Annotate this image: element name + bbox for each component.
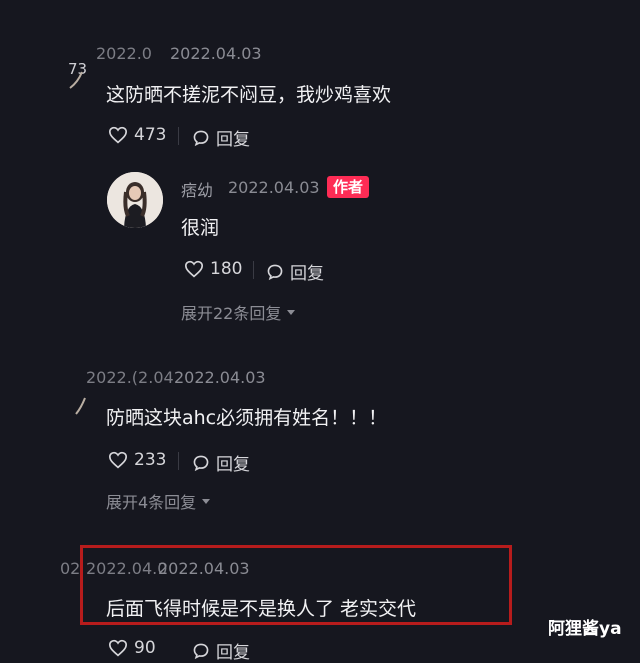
expand-replies-button[interactable]: 展开4条回复 bbox=[106, 489, 211, 513]
reply-like-button[interactable]: 180 bbox=[184, 259, 242, 279]
comment-timestamp: 2022.04.03 bbox=[170, 44, 262, 63]
divider bbox=[253, 261, 254, 279]
comment-timestamp-overlap-left: 02 bbox=[60, 559, 81, 578]
heart-icon bbox=[108, 451, 128, 469]
like-count: 90 bbox=[134, 638, 156, 658]
like-count: 233 bbox=[134, 450, 167, 470]
reply-label: 回复 bbox=[290, 264, 324, 284]
author-badge: 作者 bbox=[327, 176, 370, 198]
chevron-down-icon bbox=[202, 498, 211, 504]
comment-timestamp-overlap: 2022.(2.04 bbox=[86, 368, 174, 387]
avatar[interactable]: 73 bbox=[68, 58, 87, 89]
comment-bubble-icon bbox=[193, 130, 209, 146]
expand-replies-button[interactable]: 展开22条回复 bbox=[181, 300, 296, 324]
watermark: 阿狸酱ya bbox=[548, 619, 622, 639]
comment-timestamp-overlap: 2022.0 bbox=[96, 44, 152, 63]
divider bbox=[178, 452, 179, 470]
like-button[interactable]: 233 bbox=[108, 450, 166, 470]
reply-label: 回复 bbox=[216, 455, 250, 475]
expand-replies-label: 展开4条回复 bbox=[106, 493, 197, 512]
comment-bubble-icon bbox=[193, 455, 209, 471]
heart-icon bbox=[108, 639, 128, 657]
comment-bubble-icon bbox=[267, 264, 283, 280]
reply-button[interactable]: 回复 bbox=[192, 125, 250, 150]
comment-text: 防晒这块ahc必须拥有姓名！！！ bbox=[106, 407, 388, 429]
avatar-fragment bbox=[75, 397, 86, 415]
avatar[interactable] bbox=[72, 392, 90, 422]
like-count: 473 bbox=[134, 125, 167, 145]
author-avatar-image bbox=[107, 172, 163, 228]
reply-timestamp: 2022.04.03 bbox=[228, 178, 320, 197]
reply-username[interactable]: 痞幼 bbox=[181, 177, 213, 201]
highlight-box bbox=[80, 545, 512, 625]
reply-text: 很润 bbox=[181, 217, 220, 239]
comment-text: 这防晒不搓泥不闷豆，我炒鸡喜欢 bbox=[106, 84, 392, 106]
like-button[interactable]: 473 bbox=[108, 125, 166, 145]
expand-replies-label: 展开22条回复 bbox=[181, 304, 282, 323]
author-avatar[interactable] bbox=[107, 172, 163, 228]
heart-icon bbox=[184, 260, 204, 278]
chevron-down-icon bbox=[287, 309, 296, 315]
reply-reply-button[interactable]: 回复 bbox=[266, 259, 324, 284]
heart-icon bbox=[108, 126, 128, 144]
reply-label: 回复 bbox=[216, 643, 250, 663]
comment-timestamp: 2022.04.03 bbox=[174, 368, 266, 387]
reply-button[interactable]: 回复 bbox=[192, 638, 250, 663]
like-button[interactable]: 90 bbox=[108, 638, 156, 658]
reply-like-count: 180 bbox=[210, 259, 243, 279]
comment-bubble-icon bbox=[193, 643, 209, 659]
avatar-fragment-text: 73 bbox=[68, 60, 86, 78]
reply-button[interactable]: 回复 bbox=[192, 450, 250, 475]
divider bbox=[178, 127, 179, 145]
reply-label: 回复 bbox=[216, 130, 250, 150]
